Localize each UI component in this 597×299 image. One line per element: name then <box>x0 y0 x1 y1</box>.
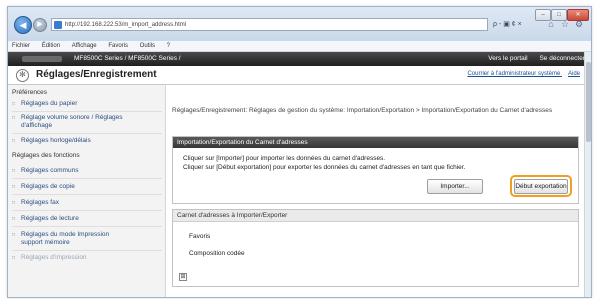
menu-help[interactable]: ? <box>167 43 170 49</box>
mail-admin-link[interactable]: Courrier à l'administrateur système <box>467 71 560 77</box>
address-url: http://192.168.222.53/m_import_address.h… <box>65 22 187 28</box>
browser-titlebar: – □ ✕ ◀ ▶ http://192.168.222.53/m_import… <box>8 7 591 41</box>
import-export-panel-title: Importation/Exportation du Carnet d'adre… <box>173 137 578 148</box>
expand-icon[interactable]: ⊞ <box>179 273 187 281</box>
sidebar-item-print[interactable]: Réglages d'impression <box>12 254 161 262</box>
sidebar-divider <box>12 194 162 195</box>
sidebar-item-common[interactable]: Réglages communs <box>12 167 161 175</box>
sidebar-item-clock-timer[interactable]: Réglages horloge/délais <box>12 137 161 145</box>
site-favicon-icon <box>54 21 62 29</box>
sidebar-item-scan[interactable]: Réglages de lecture <box>12 215 161 223</box>
sidebar-item-copy[interactable]: Réglages de copie <box>12 183 161 191</box>
settings-gear-icon: ✻ <box>16 69 29 82</box>
sidebar-divider <box>12 210 162 211</box>
device-header: MF8500C Series / MF8500C Series / Vers l… <box>8 52 591 66</box>
scrollbar-thumb[interactable] <box>586 62 591 142</box>
browser-menubar: Fichier Édition Affichage Favoris Outils… <box>8 41 591 52</box>
search-refresh-controls[interactable]: ρ - ▣ ¢ × <box>493 18 522 31</box>
sidebar-divider <box>12 250 162 251</box>
logout-link[interactable]: Se déconnecter <box>539 55 585 62</box>
browser-window: – □ ✕ ◀ ▶ http://192.168.222.53/m_import… <box>7 6 592 298</box>
address-book-panel-title: Carnet d'adresses à Importer/Exporter <box>173 210 578 222</box>
menu-view[interactable]: Affichage <box>72 43 97 49</box>
device-name-redacted <box>22 56 62 62</box>
import-button[interactable]: Importer... <box>427 179 483 194</box>
sidebar-header-preferences: Préférences <box>12 89 48 96</box>
sidebar-item-fax[interactable]: Réglages fax <box>12 199 161 207</box>
page-header: ✻ Réglages/Enregistrement Courrier à l'a… <box>8 67 584 85</box>
sidebar-divider <box>12 111 162 112</box>
sidebar-divider <box>12 178 162 179</box>
page-title: Réglages/Enregistrement <box>36 69 157 80</box>
sidebar: Préférences Réglages du papier Réglage v… <box>8 85 166 297</box>
back-button[interactable]: ◀ <box>14 16 32 34</box>
portal-link[interactable]: Vers le portail <box>488 55 527 62</box>
export-instruction: Cliquer sur [Début exportation] pour exp… <box>183 164 466 171</box>
menu-file[interactable]: Fichier <box>12 43 30 49</box>
sidebar-item-paper-settings[interactable]: Réglages du papier <box>12 100 161 108</box>
breadcrumb: Réglages/Enregistrement: Réglages de ges… <box>172 107 553 114</box>
sidebar-divider <box>12 133 162 134</box>
start-export-button[interactable]: Début exportation <box>514 179 568 194</box>
main-content: Réglages/Enregistrement: Réglages de ges… <box>171 85 579 297</box>
sidebar-item-volume-display[interactable]: Réglage volume sonore / Réglages d'affic… <box>12 114 126 130</box>
import-export-panel: Importation/Exportation du Carnet d'adre… <box>172 136 579 204</box>
device-header-links: Vers le portail Se déconnecter <box>478 52 585 66</box>
address-bar[interactable]: http://192.168.222.53/m_import_address.h… <box>51 18 488 31</box>
sidebar-header-functions: Réglages des fonctions <box>12 152 80 159</box>
settings-gear-icon[interactable]: ⚙ <box>573 17 585 31</box>
help-link[interactable]: Aide <box>568 71 580 77</box>
import-instruction: Cliquer sur [Importer] pour importer les… <box>183 155 386 162</box>
favorites-star-icon[interactable]: ☆ <box>559 17 571 31</box>
sidebar-item-memory-media-print[interactable]: Réglages du mode Impression support mémo… <box>12 231 131 247</box>
list-item-favorites: Favoris <box>189 233 211 240</box>
device-model: MF8500C Series / MF8500C Series / <box>74 55 181 62</box>
vertical-scrollbar[interactable] <box>584 52 591 297</box>
forward-button[interactable]: ▶ <box>33 18 47 32</box>
menu-favorites[interactable]: Favoris <box>108 43 128 49</box>
menu-edit[interactable]: Édition <box>42 43 60 49</box>
list-item-coded-dial: Composition codée <box>189 250 245 257</box>
sidebar-divider <box>12 226 162 227</box>
page-top-links: Courrier à l'administrateur système Aide <box>461 71 580 77</box>
menu-tools[interactable]: Outils <box>140 43 155 49</box>
home-icon[interactable]: ⌂ <box>545 17 557 31</box>
address-book-panel: Carnet d'adresses à Importer/Exporter Fa… <box>172 209 579 287</box>
